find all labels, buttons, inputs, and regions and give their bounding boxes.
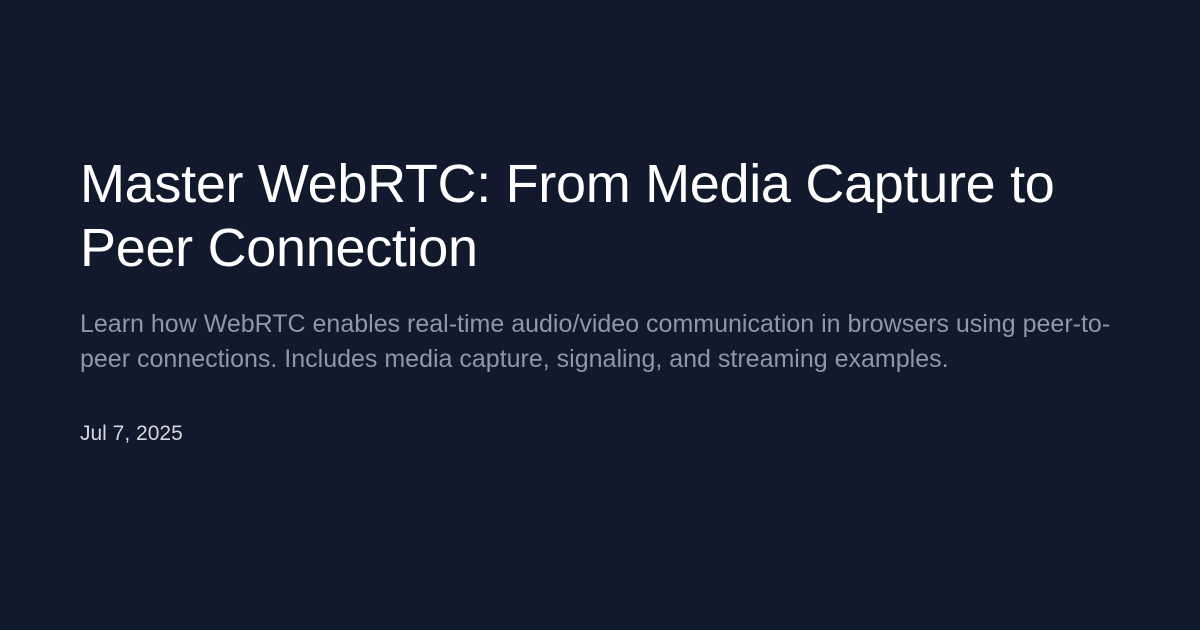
- post-date: Jul 7, 2025: [80, 422, 183, 445]
- post-content: Master WebRTC: From Media Capture to Pee…: [80, 152, 1120, 449]
- post-title: Master WebRTC: From Media Capture to Pee…: [80, 154, 1055, 278]
- post-description: Learn how WebRTC enables real-time audio…: [80, 310, 1111, 373]
- social-preview-card: Master WebRTC: From Media Capture to Pee…: [0, 0, 1200, 630]
